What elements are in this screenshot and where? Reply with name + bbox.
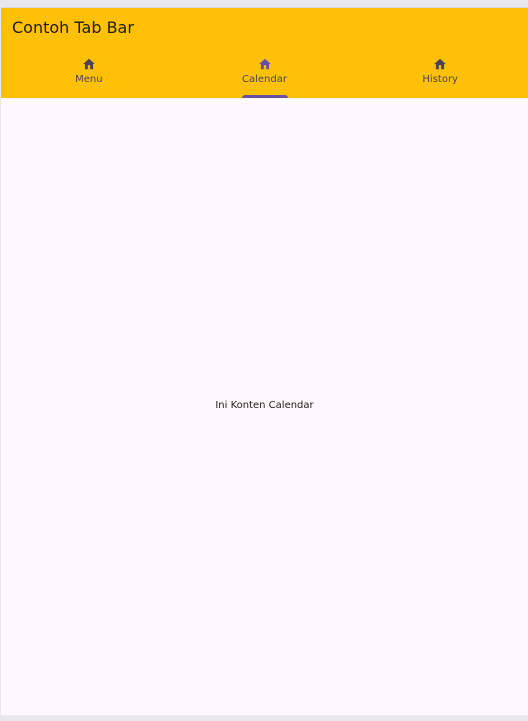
tab-history[interactable]: History [352,52,528,98]
tab-history-label: History [422,74,458,85]
tab-menu-label: Menu [75,74,103,85]
home-icon [82,58,95,70]
home-icon [434,58,447,70]
app-title: Contoh Tab Bar [12,18,134,37]
app-window: Contoh Tab Bar Menu Calendar History Ini… [1,7,528,715]
tab-bar: Menu Calendar History [1,52,528,98]
app-bar: Contoh Tab Bar Menu Calendar History [1,8,528,98]
content-text: Ini Konten Calendar [215,400,314,411]
tab-content: Ini Konten Calendar [1,98,528,715]
tab-calendar[interactable]: Calendar [177,52,353,98]
tab-calendar-label: Calendar [242,74,287,85]
home-icon [258,58,271,70]
tab-menu[interactable]: Menu [1,52,177,98]
